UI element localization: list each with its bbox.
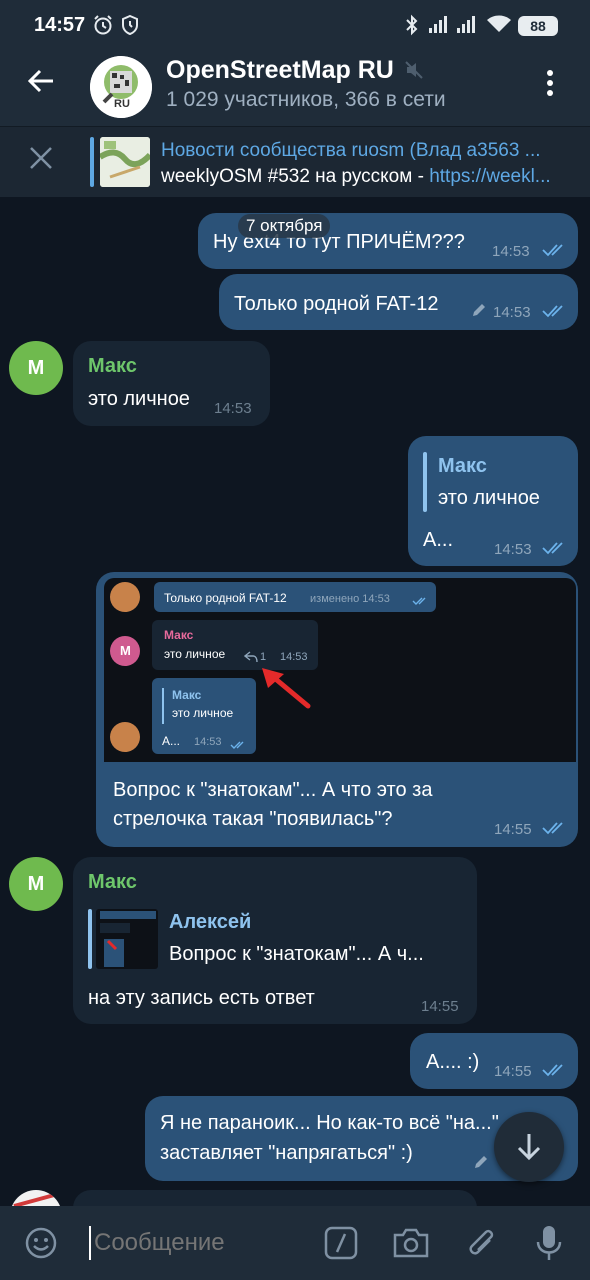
close-icon[interactable] (28, 145, 54, 177)
battery-icon: 88 (518, 16, 558, 36)
message-text-line1: Вопрос к "знатокам"... А что это за (113, 779, 433, 801)
text-cursor (89, 1226, 91, 1260)
screenshot-avatar (110, 722, 140, 752)
reply-indicator (88, 909, 92, 969)
read-ticks-icon (542, 1063, 568, 1082)
screenshot-reply-text: это личное (172, 706, 234, 720)
message-text: А.... :) (426, 1051, 480, 1073)
pinned-message[interactable]: Новости сообщества ruosm (Влад a3563 ...… (0, 126, 590, 197)
avatar[interactable]: М (9, 341, 63, 395)
bot-command-icon[interactable] (324, 1226, 358, 1265)
reply-thumbnail (96, 909, 158, 969)
screenshot-image[interactable]: Только родной FAT-12 изменено 14:53 М Ма… (104, 578, 576, 762)
message-time: 14:55 (494, 821, 532, 838)
screenshot-time: 14:53 (280, 651, 308, 663)
screenshot-text: А... (162, 734, 181, 748)
message-time: 14:55 (421, 998, 459, 1015)
screenshot-reply-name: Макс (172, 688, 202, 702)
screenshot-time: 14:53 (194, 736, 222, 748)
message-bubble-out[interactable]: А.... :) 14:55 (410, 1033, 578, 1089)
read-ticks-icon (412, 593, 430, 611)
screenshot-message: Макс это личное А... 14:53 (152, 678, 256, 754)
clock-icon (120, 14, 140, 41)
message-text: на эту запись есть ответ (88, 987, 315, 1009)
status-time: 14:57 (34, 14, 86, 36)
message-bubble-out[interactable]: Только родной FAT-12 14:53 (219, 274, 578, 330)
edited-pencil-icon (473, 1154, 489, 1175)
reply-count: 1 (260, 651, 267, 663)
message-time: 14:53 (492, 243, 530, 260)
status-bar: 14:57 88 (0, 0, 590, 52)
message-time: 14:55 (494, 1063, 532, 1080)
scroll-down-button[interactable] (494, 1112, 564, 1182)
reply-text: Вопрос к "знатокам"... А ч... (169, 943, 424, 965)
pinned-text: weeklyOSM #532 на русском - https://week… (161, 166, 551, 187)
back-arrow-icon[interactable] (26, 66, 56, 102)
reply-sender[interactable]: Макс (438, 455, 487, 478)
read-ticks-icon (542, 304, 568, 323)
screenshot-sender: Макс (164, 628, 194, 642)
screenshot-text: Только родной FAT-12 (164, 591, 287, 605)
muted-icon (404, 60, 424, 85)
screenshot-meta: изменено 14:53 (310, 593, 390, 605)
message-time: 14:53 (494, 541, 532, 558)
message-composer (0, 1206, 590, 1280)
message-text: это личное (88, 388, 190, 410)
reply-indicator (423, 452, 427, 512)
signal-icon (428, 14, 450, 39)
chat-header: RU OpenStreetMap RU 1 029 участников, 36… (0, 52, 590, 126)
avatar-label: RU (114, 98, 130, 110)
message-text: А... (423, 529, 454, 551)
chat-title[interactable]: OpenStreetMap RU (166, 56, 394, 85)
avatar[interactable]: М (9, 857, 63, 911)
pinned-link[interactable]: https://weekl... (429, 166, 550, 187)
wifi-icon (486, 14, 512, 39)
message-time: 14:53 (493, 304, 531, 321)
edited-pencil-icon (471, 302, 487, 323)
screenshot-message: Только родной FAT-12 изменено 14:53 (154, 582, 436, 612)
read-ticks-icon (542, 243, 568, 262)
screenshot-avatar: М (110, 636, 140, 666)
reply-text: это личное (438, 487, 540, 509)
group-avatar[interactable]: RU (90, 56, 152, 118)
pinned-indicator (90, 137, 94, 187)
message-text-line2: стрелочка такая "появилась"? (113, 808, 393, 830)
screenshot-message: Макс это личное 1 14:53 (152, 620, 318, 670)
attach-icon[interactable] (464, 1224, 498, 1267)
message-text: Только родной FAT-12 (234, 293, 439, 315)
sender-name[interactable]: Макс (88, 871, 137, 894)
screenshot-text: это личное (164, 647, 226, 661)
pinned-thumbnail (100, 137, 150, 187)
message-bubble-in[interactable]: Макс Алексей Вопрос к "знатокам"... А ч.… (73, 857, 477, 1024)
message-time: 14:53 (214, 400, 252, 417)
emoji-icon[interactable] (24, 1226, 58, 1265)
pinned-title: Новости сообщества ruosm (Влад a3563 ... (161, 140, 541, 161)
screenshot-avatar-letter: М (120, 643, 131, 658)
message-input[interactable] (92, 1228, 296, 1258)
screenshot-avatar (110, 582, 140, 612)
message-text-line1: Я не параноик... Но как-то всё "на..." (160, 1112, 499, 1134)
read-ticks-icon (230, 737, 248, 755)
sender-name[interactable]: Макс (88, 355, 137, 378)
message-bubble-in[interactable]: Макс это личное 14:53 (73, 341, 270, 426)
mic-icon[interactable] (534, 1224, 564, 1267)
read-ticks-icon (542, 821, 568, 840)
red-arrow-annotation (254, 666, 314, 717)
more-vertical-icon[interactable] (540, 66, 560, 106)
bluetooth-icon (404, 14, 420, 41)
camera-icon[interactable] (392, 1226, 430, 1265)
message-bubble-out[interactable]: Макс это личное А... 14:53 (408, 436, 578, 566)
alarm-icon (92, 14, 114, 41)
message-text-line2: заставляет "напрягаться" :) (160, 1142, 413, 1164)
signal-icon (456, 14, 478, 39)
chat-subtitle: 1 029 участников, 366 в сети (166, 88, 446, 111)
date-chip: 7 октября (238, 214, 331, 238)
read-ticks-icon (542, 541, 568, 560)
reply-sender[interactable]: Алексей (169, 911, 251, 934)
